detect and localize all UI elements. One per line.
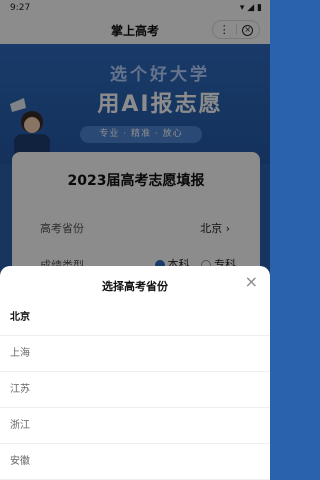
- province-picker-sheet: 选择高考省份 × 北京 上海 江苏 浙江 安徽: [0, 266, 270, 480]
- province-item[interactable]: 上海: [0, 336, 270, 372]
- province-item[interactable]: 北京: [0, 300, 270, 336]
- province-item[interactable]: 江苏: [0, 372, 270, 408]
- province-item[interactable]: 浙江: [0, 408, 270, 444]
- close-icon[interactable]: ×: [245, 272, 258, 291]
- province-item[interactable]: 安徽: [0, 444, 270, 480]
- sheet-title: 选择高考省份: [102, 280, 168, 293]
